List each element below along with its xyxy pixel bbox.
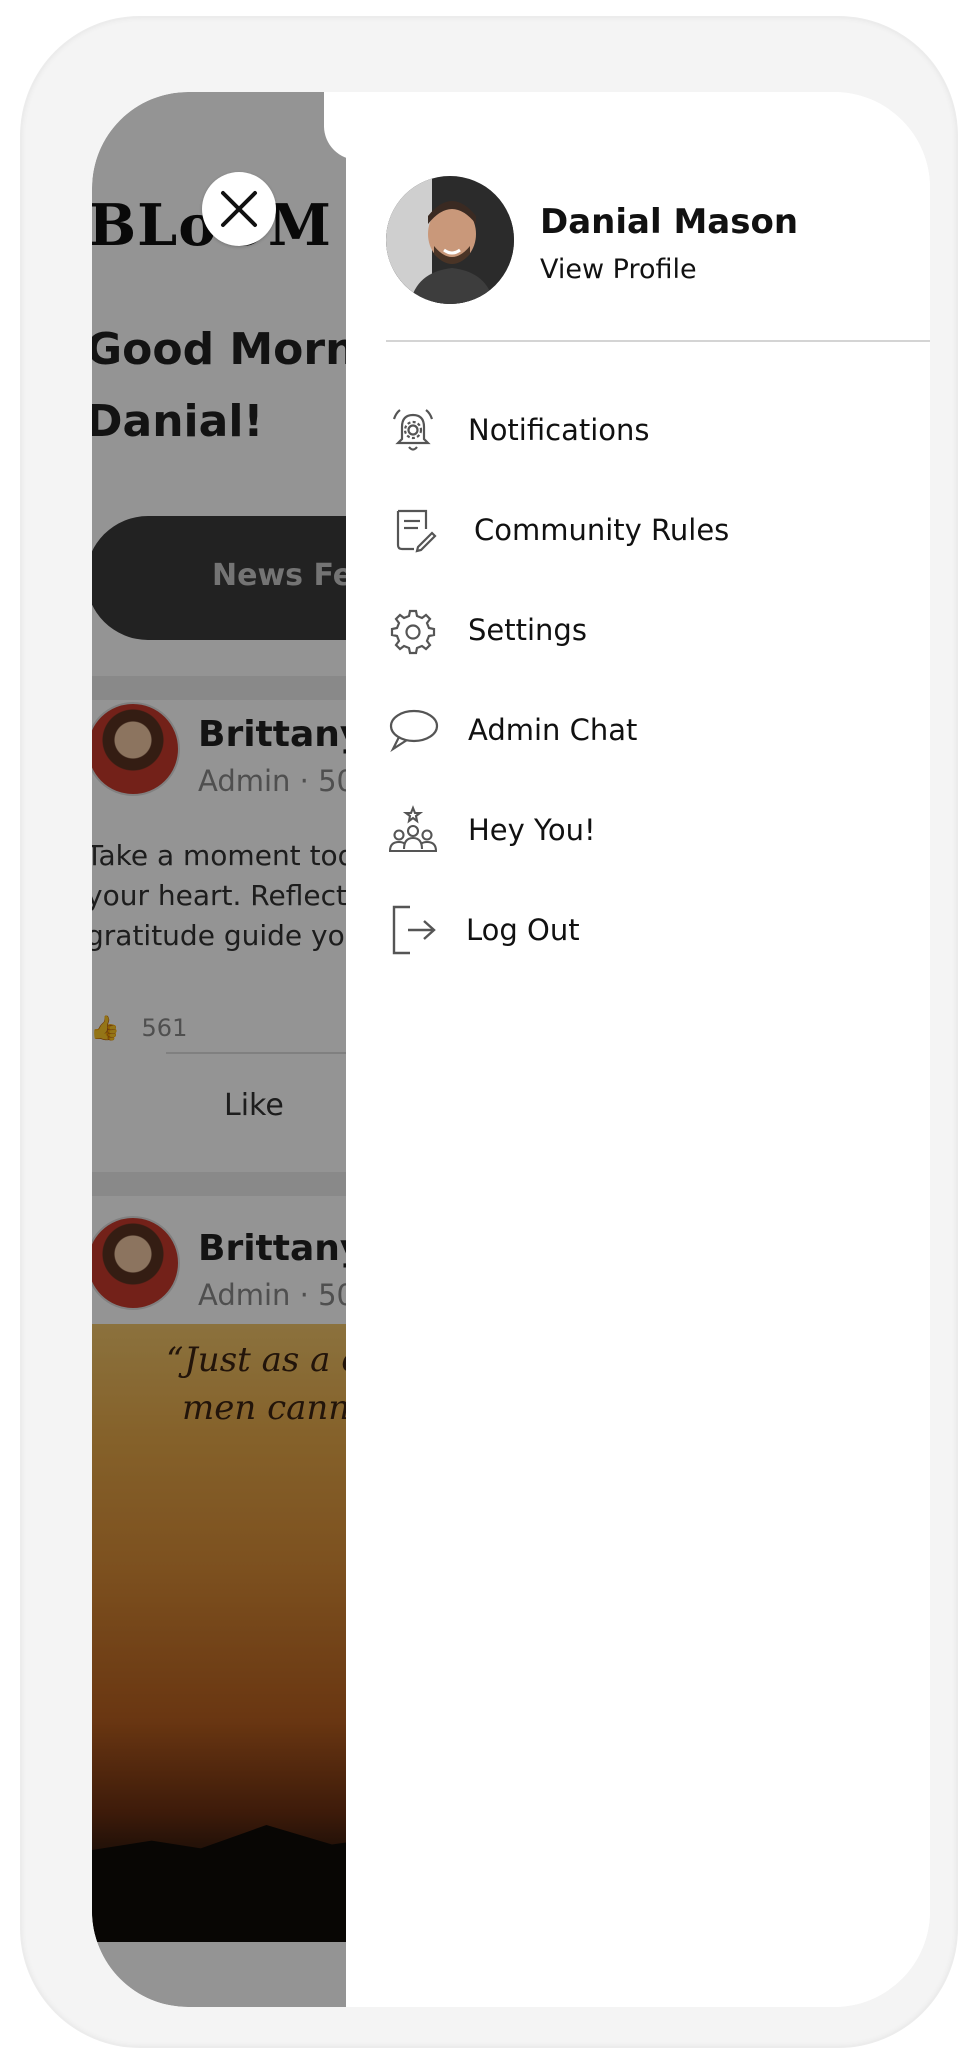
screen: BLoOM Good Mornin Danial! News Fee Britt…	[92, 92, 930, 2007]
side-drawer: Danial Mason View Profile Notifications	[346, 92, 930, 2007]
drawer-divider	[386, 340, 930, 342]
dim-overlay[interactable]	[92, 92, 346, 2007]
menu-item-notifications[interactable]: Notifications	[386, 390, 906, 470]
document-edit-icon	[386, 503, 440, 557]
menu-item-label: Settings	[468, 613, 587, 647]
phone-frame: BLoOM Good Mornin Danial! News Fee Britt…	[22, 18, 956, 2046]
menu-item-label: Log Out	[466, 913, 580, 947]
background-feed: BLoOM Good Mornin Danial! News Fee Britt…	[92, 92, 346, 2007]
profile-name: Danial Mason	[540, 202, 799, 242]
menu-item-hey-you[interactable]: Hey You!	[386, 790, 906, 870]
logout-icon	[386, 903, 440, 957]
close-drawer-button[interactable]	[202, 172, 276, 246]
menu-item-label: Admin Chat	[468, 713, 638, 747]
menu-item-admin-chat[interactable]: Admin Chat	[386, 690, 906, 770]
menu-item-label: Notifications	[468, 413, 650, 447]
bell-gear-icon	[386, 403, 440, 457]
person-photo-icon	[386, 176, 514, 304]
gear-icon	[386, 603, 440, 657]
menu-item-log-out[interactable]: Log Out	[386, 890, 906, 970]
group-star-icon	[386, 803, 440, 857]
menu-item-label: Hey You!	[468, 813, 596, 847]
profile-avatar[interactable]	[386, 176, 514, 304]
menu-item-settings[interactable]: Settings	[386, 590, 906, 670]
view-profile-link[interactable]: View Profile	[540, 254, 697, 285]
menu-item-label: Community Rules	[474, 513, 730, 547]
close-icon	[221, 191, 257, 227]
menu-item-community-rules[interactable]: Community Rules	[386, 490, 906, 570]
speech-bubble-icon	[386, 703, 440, 757]
